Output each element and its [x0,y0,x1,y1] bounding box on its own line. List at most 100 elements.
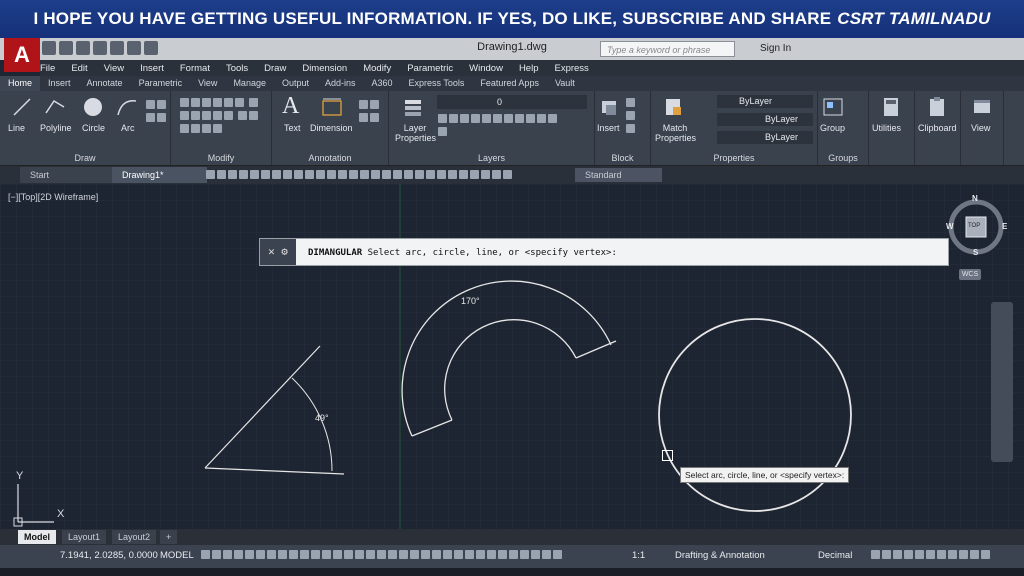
view-panel: View [961,91,1004,165]
utilities-button[interactable]: Utilities [872,123,901,133]
line-button[interactable]: Line [8,123,25,133]
viewcube-east[interactable]: E [1002,222,1007,231]
tab-featured-apps[interactable]: Featured Apps [472,76,547,91]
cursor-tooltip: Select arc, circle, line, or <specify ve… [680,467,850,483]
properties-panel-title[interactable]: Properties [651,153,817,163]
menu-express[interactable]: Express [554,60,588,76]
menu-edit[interactable]: Edit [71,60,87,76]
banner-brand: CSRT TAMILNADU [837,9,991,28]
cursor-coordinates[interactable]: 7.1941, 2.0285, 0.0000 [60,550,158,561]
linetype-value: ByLayer [765,114,799,124]
draw-panel-title[interactable]: Draw [0,153,170,163]
group-button[interactable]: Group [820,123,845,133]
command-line[interactable]: ✕ ⚙ DIMANGULAR Select arc, circle, line,… [259,238,949,266]
menu-help[interactable]: Help [519,60,539,76]
tab-insert[interactable]: Insert [40,76,79,91]
linetype-dropdown[interactable]: ByLayer [717,113,813,126]
tab-a360[interactable]: A360 [364,76,401,91]
dimension-style-dropdown[interactable]: Standard [575,168,662,182]
view-icon [974,100,990,113]
circle-icon [84,98,102,116]
tab-output[interactable]: Output [274,76,317,91]
viewcube-top-face[interactable]: TOP [968,223,980,229]
tab-add-ins[interactable]: Add-ins [317,76,364,91]
command-name: DIMANGULAR [308,248,363,258]
utilities-panel: Utilities [869,91,915,165]
menu-window[interactable]: Window [469,60,503,76]
status-bar: 7.1941, 2.0285, 0.0000 MODEL 1:1 Draftin… [0,545,1024,568]
layout1-tab[interactable]: Layout1 [62,530,107,544]
tab-annotate[interactable]: Annotate [79,76,131,91]
text-button[interactable]: Text [284,123,301,133]
sign-in-link[interactable]: Sign In [760,43,791,54]
menu-format[interactable]: Format [180,60,210,76]
layout2-tab[interactable]: Layout2 [112,530,157,544]
layers-panel: Layer Properties 0 Layers [389,91,595,165]
document-title: Drawing1.dwg [477,41,547,53]
file-tab-bar: Start Drawing1* [0,166,1024,184]
add-layout-button[interactable]: + [160,530,178,544]
tab-home[interactable]: Home [0,76,41,91]
viewport-controls-label[interactable]: [−][Top][2D Wireframe] [8,192,98,202]
block-panel: Insert Block [595,91,651,165]
layers-panel-title[interactable]: Layers [389,153,594,163]
groups-panel-title[interactable]: Groups [818,153,868,163]
banner-text: I HOPE YOU HAVE GETTING USEFUL INFORMATI… [33,9,832,28]
status-tray [870,549,991,563]
match-properties-button[interactable]: Match Properties [655,123,696,143]
properties-panel: Match Properties ByLayer ByLayer ByLayer… [651,91,818,165]
tab-view[interactable]: View [190,76,225,91]
clipboard-panel: Clipboard [915,91,961,165]
tab-express-tools[interactable]: Express Tools [401,76,473,91]
view-button[interactable]: View [971,123,990,133]
tab-vault[interactable]: Vault [547,76,583,91]
color-value: ByLayer [739,96,773,106]
menu-draw[interactable]: Draw [264,60,286,76]
angle-dimension-label-49: 49° [315,413,329,423]
menu-file[interactable]: File [40,60,55,76]
drawing-canvas[interactable] [0,184,1024,529]
insert-block-button[interactable]: Insert [597,123,620,133]
modify-panel-title[interactable]: Modify [171,153,271,163]
color-dropdown[interactable]: ByLayer [717,95,813,108]
viewcube-south[interactable]: S [973,248,978,257]
clipboard-icon [930,97,944,116]
current-layer-value: 0 [497,97,503,107]
search-input[interactable]: Type a keyword or phrase [600,41,735,57]
units-dropdown[interactable]: Decimal [818,550,852,561]
command-line-controls[interactable]: ✕ ⚙ [260,239,296,265]
polyline-button[interactable]: Polyline [40,123,72,133]
lineweight-value: ByLayer [765,132,799,142]
annotation-panel-title[interactable]: Annotation [272,153,388,163]
menu-view[interactable]: View [104,60,124,76]
menu-tools[interactable]: Tools [226,60,248,76]
annotation-scale[interactable]: 1:1 [632,550,645,561]
model-space-toggle[interactable]: MODEL [160,550,194,561]
wcs-menu[interactable]: WCS [959,269,981,280]
start-tab[interactable]: Start [20,167,115,183]
layer-dropdown[interactable]: 0 [437,95,587,109]
dimension-button[interactable]: Dimension [310,123,353,133]
navigation-bar[interactable] [991,302,1013,462]
viewcube-west[interactable]: W [946,222,954,231]
menu-insert[interactable]: Insert [140,60,164,76]
modify-tools [179,97,267,136]
arc-button[interactable]: Arc [121,123,135,133]
clipboard-button[interactable]: Clipboard [918,123,957,133]
angle-dimension-label-170: 170° [461,296,480,306]
drawing1-tab[interactable]: Drawing1* [112,167,207,183]
model-tab[interactable]: Model [18,530,56,544]
lineweight-dropdown[interactable]: ByLayer [717,131,813,144]
groups-panel: Group Groups [818,91,869,165]
menu-dimension[interactable]: Dimension [302,60,347,76]
tab-manage[interactable]: Manage [225,76,274,91]
viewcube-north[interactable]: N [972,194,978,203]
tab-parametric[interactable]: Parametric [131,76,191,91]
menu-modify[interactable]: Modify [363,60,391,76]
circle-button[interactable]: Circle [82,123,105,133]
line-icon [13,98,31,116]
block-panel-title[interactable]: Block [595,153,650,163]
layer-properties-button[interactable]: Layer Properties [395,123,436,143]
workspace-switcher[interactable]: Drafting & Annotation [675,550,765,561]
menu-parametric[interactable]: Parametric [407,60,453,76]
